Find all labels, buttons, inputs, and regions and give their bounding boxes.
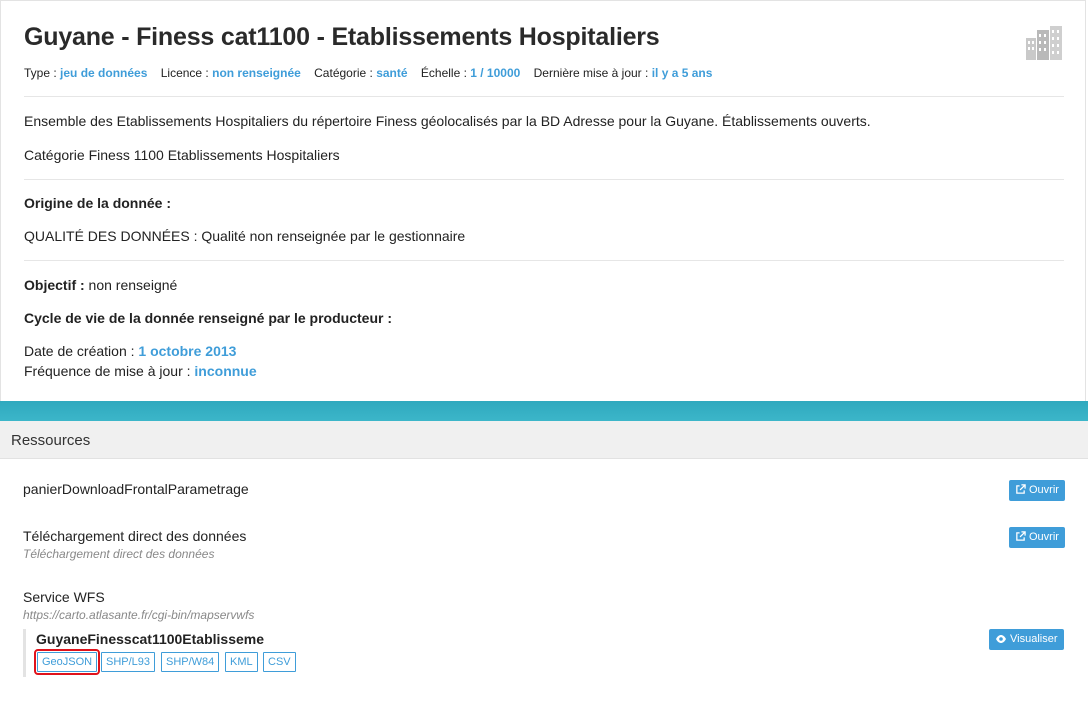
meta-updated: Dernière mise à jour : il y a 5 ans bbox=[534, 66, 713, 80]
format-geojson-button[interactable]: GeoJSON bbox=[33, 649, 101, 675]
format-csv-button[interactable]: CSV bbox=[263, 652, 296, 672]
meta-scale-label: Échelle : bbox=[420, 66, 471, 80]
meta-type: Type : jeu de données bbox=[24, 66, 147, 80]
external-link-icon bbox=[1016, 484, 1026, 494]
divider bbox=[24, 260, 1064, 261]
resource-title: Téléchargement direct des données bbox=[23, 528, 247, 544]
meta-scale-link[interactable]: 1 / 10000 bbox=[470, 66, 520, 80]
layer-name: GuyaneFinesscat1100Etablisseme bbox=[36, 631, 265, 647]
meta-category-label: Catégorie : bbox=[314, 66, 377, 80]
meta-updated-label: Dernière mise à jour : bbox=[533, 66, 652, 80]
resource-title: Service WFS bbox=[23, 589, 105, 605]
wfs-layer: GuyaneFinesscat1100Etablisseme GeoJSON S… bbox=[23, 629, 296, 677]
open-button-label: Ouvrir bbox=[1029, 484, 1059, 496]
creation-date-line: Date de création : 1 octobre 2013 bbox=[24, 343, 236, 359]
meta-type-link[interactable]: jeu de données bbox=[60, 66, 147, 80]
resource-subtitle: https://carto.atlasante.fr/cgi-bin/mapse… bbox=[23, 608, 255, 622]
visualize-button-label: Visualiser bbox=[1010, 633, 1058, 645]
open-button[interactable]: Ouvrir bbox=[1009, 527, 1065, 548]
resources-header: Ressources bbox=[0, 421, 1088, 459]
divider bbox=[24, 179, 1064, 180]
building-icon bbox=[1026, 26, 1062, 60]
creation-date-label: Date de création : bbox=[24, 343, 139, 359]
format-shp-l93-button[interactable]: SHP/L93 bbox=[101, 652, 156, 672]
resources-title: Ressources bbox=[11, 432, 91, 449]
meta-updated-link[interactable]: il y a 5 ans bbox=[652, 66, 713, 80]
meta-licence: Licence : non renseignée bbox=[161, 66, 301, 80]
meta-category: Catégorie : santé bbox=[314, 66, 407, 80]
page-title: Guyane - Finess cat1100 - Etablissements… bbox=[24, 23, 660, 51]
dataset-category-line: Catégorie Finess 1100 Etablissements Hos… bbox=[24, 147, 340, 163]
update-frequency-line: Fréquence de mise à jour : inconnue bbox=[24, 363, 257, 379]
update-frequency-link[interactable]: inconnue bbox=[194, 363, 256, 379]
resource-title: panierDownloadFrontalParametrage bbox=[23, 481, 249, 497]
format-shp-w84-button[interactable]: SHP/W84 bbox=[161, 652, 220, 672]
dataset-meta: Type : jeu de données Licence : non rens… bbox=[24, 66, 722, 80]
origin-heading: Origine de la donnée : bbox=[24, 195, 172, 211]
resource-subtitle: Téléchargement direct des données bbox=[23, 547, 215, 561]
meta-type-label: Type : bbox=[24, 66, 61, 80]
open-button[interactable]: Ouvrir bbox=[1009, 480, 1065, 501]
objective-label: Objectif : bbox=[24, 277, 85, 293]
origin-text: QUALITÉ DES DONNÉES : Qualité non rensei… bbox=[24, 228, 466, 244]
objective-value: non renseigné bbox=[84, 277, 178, 293]
format-kml-button[interactable]: KML bbox=[225, 652, 258, 672]
objective-line: Objectif : non renseigné bbox=[24, 277, 177, 293]
lifecycle-heading: Cycle de vie de la donnée renseigné par … bbox=[24, 310, 392, 326]
meta-licence-link[interactable]: non renseignée bbox=[212, 66, 301, 80]
meta-scale: Échelle : 1 / 10000 bbox=[421, 66, 520, 80]
creation-date-link[interactable]: 1 octobre 2013 bbox=[138, 343, 236, 359]
section-divider-band bbox=[0, 401, 1088, 421]
visualize-button[interactable]: Visualiser bbox=[989, 629, 1064, 650]
open-button-label: Ouvrir bbox=[1029, 531, 1059, 543]
update-frequency-label: Fréquence de mise à jour : bbox=[24, 363, 195, 379]
meta-licence-label: Licence : bbox=[160, 66, 213, 80]
divider bbox=[24, 96, 1064, 97]
dataset-description: Ensemble des Etablissements Hospitaliers… bbox=[24, 113, 871, 129]
dataset-card: Guyane - Finess cat1100 - Etablissements… bbox=[0, 0, 1086, 401]
external-link-icon bbox=[1016, 531, 1026, 541]
meta-category-link[interactable]: santé bbox=[376, 66, 407, 80]
eye-icon bbox=[996, 635, 1006, 643]
